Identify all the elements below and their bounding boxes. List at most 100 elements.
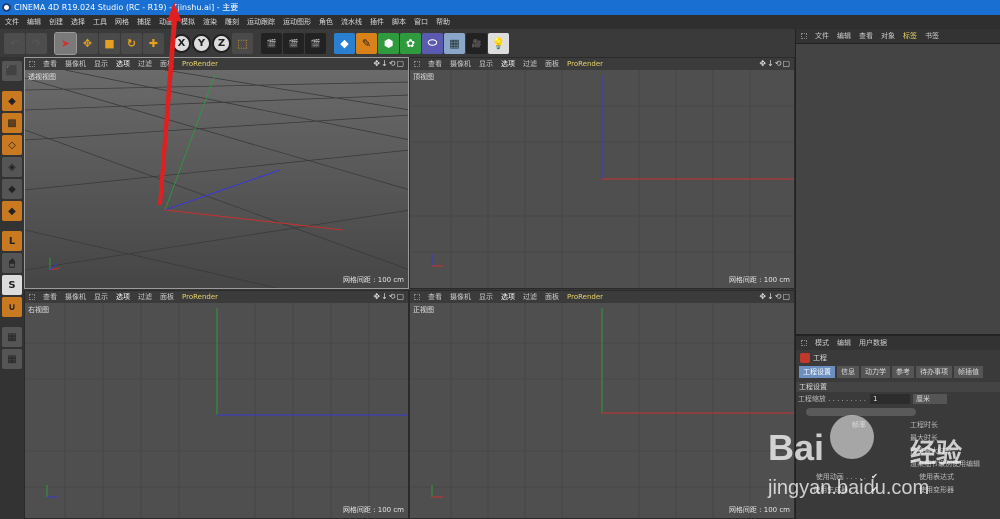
menu-mograph[interactable]: 运动图形 bbox=[283, 17, 311, 27]
subtab-frame-interp[interactable]: 帧插值 bbox=[954, 366, 983, 378]
vp-menu-panel[interactable]: 面板 bbox=[160, 292, 174, 302]
move-icon[interactable]: ✥ bbox=[77, 32, 98, 54]
vp-menu-display[interactable]: 显示 bbox=[94, 292, 108, 302]
render-view-icon[interactable]: 🎬 bbox=[261, 32, 282, 54]
menu-file[interactable]: 文件 bbox=[5, 17, 19, 27]
menu-motion-tracking[interactable]: 运动跟踪 bbox=[247, 17, 275, 27]
obj-tab-tags[interactable]: 标签 bbox=[903, 31, 917, 41]
vp-menu-cameras[interactable]: 摄像机 bbox=[65, 292, 86, 302]
polygons-mode-icon[interactable]: ◆ bbox=[2, 201, 22, 221]
tweak-mode-icon[interactable]: 🖱 bbox=[2, 253, 22, 273]
obj-tab-view[interactable]: 查看 bbox=[859, 31, 873, 41]
drag-handle-icon[interactable] bbox=[801, 340, 807, 346]
obj-tab-bookmarks[interactable]: 书签 bbox=[925, 31, 939, 41]
drag-handle-icon[interactable] bbox=[801, 33, 807, 39]
right-canvas[interactable] bbox=[25, 303, 408, 518]
menu-create[interactable]: 创建 bbox=[49, 17, 63, 27]
viewport-perspective[interactable]: 查看 摄像机 显示 选项 过滤 面板 ProRender ✥↓⟲▢ 透视视图 网… bbox=[24, 57, 409, 289]
menu-render[interactable]: 渲染 bbox=[203, 17, 217, 27]
subdivision-icon[interactable]: ⬢ bbox=[378, 32, 399, 54]
vp-menu-filter[interactable]: 过滤 bbox=[523, 292, 537, 302]
vp-menu-view[interactable]: 查看 bbox=[43, 59, 57, 69]
vp-menu-prorender[interactable]: ProRender bbox=[567, 293, 603, 301]
rotate-icon[interactable]: ↻ bbox=[121, 32, 142, 54]
texture-mode-icon[interactable]: ▩ bbox=[2, 113, 22, 133]
front-canvas[interactable] bbox=[410, 303, 794, 518]
vp-menu-view[interactable]: 查看 bbox=[428, 59, 442, 69]
menu-character[interactable]: 角色 bbox=[319, 17, 333, 27]
vp-menu-display[interactable]: 显示 bbox=[479, 292, 493, 302]
menu-mesh[interactable]: 网格 bbox=[115, 17, 129, 27]
snap-icon[interactable]: S bbox=[2, 275, 22, 295]
vp-menu-view[interactable]: 查看 bbox=[43, 292, 57, 302]
drag-handle-icon[interactable] bbox=[29, 294, 35, 300]
pen-spline-icon[interactable]: ✎ bbox=[356, 32, 377, 54]
menu-sculpt[interactable]: 雕刻 bbox=[225, 17, 239, 27]
vp-menu-options[interactable]: 选项 bbox=[116, 59, 130, 69]
model-mode-icon[interactable]: ◆ bbox=[2, 91, 22, 111]
subtab-dynamics[interactable]: 动力学 bbox=[861, 366, 890, 378]
menu-window[interactable]: 窗口 bbox=[414, 17, 428, 27]
render-to-picture-viewer-icon[interactable]: 🎬 bbox=[283, 32, 304, 54]
planar-workplane-icon[interactable]: ▦ bbox=[2, 349, 22, 369]
menu-pipeline[interactable]: 流水线 bbox=[341, 17, 362, 27]
top-canvas[interactable] bbox=[410, 70, 794, 288]
z-axis-icon[interactable]: Z bbox=[212, 33, 231, 53]
subtab-reference[interactable]: 参考 bbox=[892, 366, 914, 378]
menu-plugins[interactable]: 插件 bbox=[370, 17, 384, 27]
axis-mode-icon[interactable]: L bbox=[2, 231, 22, 251]
viewport-right[interactable]: 查看 摄像机 显示 选项 过滤 面板 ProRender ✥↓⟲▢ 右视图 网格… bbox=[24, 290, 409, 519]
viewport-front[interactable]: 查看 摄像机 显示 选项 过滤 面板 ProRender ✥↓⟲▢ 正视图 网格… bbox=[409, 290, 795, 519]
vp-menu-prorender[interactable]: ProRender bbox=[567, 60, 603, 68]
subtab-todo[interactable]: 待办事项 bbox=[916, 366, 952, 378]
perspective-canvas[interactable] bbox=[25, 70, 408, 288]
camera-icon[interactable]: 🎥 bbox=[466, 32, 487, 54]
floor-icon[interactable]: ▦ bbox=[444, 32, 465, 54]
redo-icon[interactable]: ↷ bbox=[26, 32, 47, 54]
workplane-icon[interactable]: ◇ bbox=[2, 135, 22, 155]
vp-menu-panel[interactable]: 面板 bbox=[545, 292, 559, 302]
attr-tab-mode[interactable]: 模式 bbox=[815, 338, 829, 348]
vp-menu-options[interactable]: 选项 bbox=[501, 292, 515, 302]
vp-menu-options[interactable]: 选项 bbox=[116, 292, 130, 302]
light-icon[interactable]: 💡 bbox=[488, 32, 509, 54]
drag-handle-icon[interactable] bbox=[29, 61, 35, 67]
cloner-icon[interactable]: ✿ bbox=[400, 32, 421, 54]
edges-mode-icon[interactable]: ◆ bbox=[2, 179, 22, 199]
vp-menu-filter[interactable]: 过滤 bbox=[138, 292, 152, 302]
subtab-project-settings[interactable]: 工程设置 bbox=[799, 366, 835, 378]
subtab-info[interactable]: 信息 bbox=[837, 366, 859, 378]
menu-script[interactable]: 脚本 bbox=[392, 17, 406, 27]
vp-menu-prorender[interactable]: ProRender bbox=[182, 293, 218, 301]
use-generators-checkbox[interactable]: ✔ bbox=[870, 485, 879, 494]
vp-menu-panel[interactable]: 面板 bbox=[545, 59, 559, 69]
vp-menu-options[interactable]: 选项 bbox=[501, 59, 515, 69]
vp-menu-cameras[interactable]: 摄像机 bbox=[65, 59, 86, 69]
obj-tab-edit[interactable]: 编辑 bbox=[837, 31, 851, 41]
scale-input[interactable]: 1 bbox=[870, 393, 910, 404]
menu-help[interactable]: 帮助 bbox=[436, 17, 450, 27]
select-arrow-icon[interactable]: ➤ bbox=[54, 31, 77, 55]
viewport-top[interactable]: 查看 摄像机 显示 选项 过滤 面板 ProRender ✥↓⟲▢ 顶视图 网格… bbox=[409, 57, 795, 289]
object-list[interactable] bbox=[796, 43, 1000, 334]
menu-select[interactable]: 选择 bbox=[71, 17, 85, 27]
magnet-icon[interactable]: ∪ bbox=[2, 297, 22, 317]
vp-menu-display[interactable]: 显示 bbox=[479, 59, 493, 69]
menu-snap[interactable]: 捕捉 bbox=[137, 17, 151, 27]
undo-icon[interactable]: ↶ bbox=[4, 32, 25, 54]
menu-tools[interactable]: 工具 bbox=[93, 17, 107, 27]
scale-project-button[interactable] bbox=[806, 407, 916, 416]
drag-handle-icon[interactable] bbox=[414, 61, 420, 67]
viewport-nav-icons[interactable]: ✥↓⟲▢ bbox=[373, 292, 405, 301]
vp-menu-view[interactable]: 查看 bbox=[428, 292, 442, 302]
render-settings-icon[interactable]: 🎬 bbox=[305, 32, 326, 54]
vp-menu-cameras[interactable]: 摄像机 bbox=[450, 292, 471, 302]
viewport-nav-icons[interactable]: ✥↓⟲▢ bbox=[373, 59, 405, 68]
deformer-icon[interactable]: ⬭ bbox=[422, 32, 443, 54]
vp-menu-display[interactable]: 显示 bbox=[94, 59, 108, 69]
y-axis-icon[interactable]: Y bbox=[192, 33, 211, 53]
coordinate-system-icon[interactable]: ⬚ bbox=[232, 32, 253, 54]
points-mode-icon[interactable]: ◈ bbox=[2, 157, 22, 177]
obj-tab-file[interactable]: 文件 bbox=[815, 31, 829, 41]
attr-tab-userdata[interactable]: 用户数据 bbox=[859, 338, 887, 348]
